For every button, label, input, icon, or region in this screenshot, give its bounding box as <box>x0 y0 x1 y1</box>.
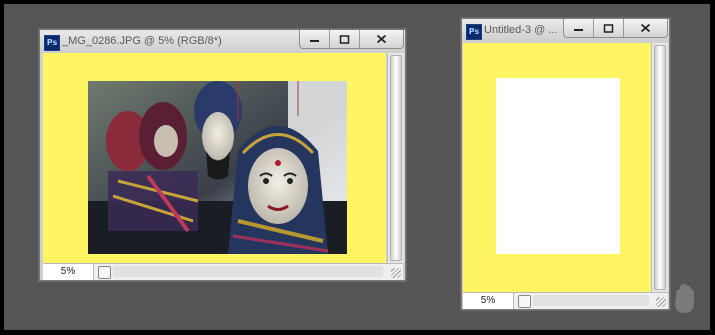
close-button[interactable] <box>624 19 667 37</box>
window-titlebar[interactable]: Ps _MG_0286.JPG @ 5% (RGB/8*) <box>40 30 405 52</box>
maximize-icon <box>603 23 614 33</box>
resize-grip-icon[interactable] <box>391 268 401 278</box>
minimize-button[interactable] <box>300 30 330 48</box>
photoshop-icon: Ps <box>466 24 482 40</box>
document-canvas[interactable] <box>43 53 386 263</box>
maximize-button[interactable] <box>330 30 360 48</box>
document-status-icon[interactable] <box>518 295 531 308</box>
document-window-mg0286[interactable]: Ps _MG_0286.JPG @ 5% (RGB/8*) 5% <box>39 29 406 281</box>
window-title: _MG_0286.JPG @ 5% (RGB/8*) <box>62 35 222 47</box>
vertical-scroll-thumb[interactable] <box>654 45 666 290</box>
minimize-icon <box>310 40 319 42</box>
vertical-scroll-thumb[interactable] <box>390 55 402 261</box>
window-title: Untitled-3 @ ... <box>484 24 558 36</box>
window-controls <box>563 19 668 38</box>
document-page <box>496 78 620 254</box>
maximize-button[interactable] <box>594 19 624 37</box>
document-window-untitled3[interactable]: Ps Untitled-3 @ ... 5% <box>461 18 670 310</box>
zoom-field[interactable]: 5% <box>43 264 94 280</box>
vertical-scrollbar[interactable] <box>651 43 668 292</box>
minimize-icon <box>574 29 583 31</box>
puppet-image <box>88 81 347 254</box>
vertical-scrollbar[interactable] <box>387 53 404 263</box>
document-status-icon[interactable] <box>98 266 111 279</box>
window-controls <box>299 30 404 49</box>
document-canvas[interactable] <box>463 43 651 292</box>
minimize-button[interactable] <box>564 19 594 37</box>
close-icon <box>640 23 651 33</box>
zoom-field[interactable]: 5% <box>463 293 514 309</box>
resize-grip-icon[interactable] <box>656 297 666 307</box>
maximize-icon <box>339 34 350 44</box>
window-titlebar[interactable]: Ps Untitled-3 @ ... <box>462 19 669 41</box>
horizontal-scrollbar[interactable] <box>113 266 383 277</box>
close-icon <box>376 34 387 44</box>
photoshop-icon: Ps <box>44 35 60 51</box>
horizontal-scrollbar[interactable] <box>533 295 649 306</box>
hand-icon <box>671 283 697 315</box>
status-bar: 5% <box>43 263 403 280</box>
status-bar: 5% <box>463 292 668 309</box>
puppet-photo <box>88 81 347 254</box>
close-button[interactable] <box>360 30 403 48</box>
